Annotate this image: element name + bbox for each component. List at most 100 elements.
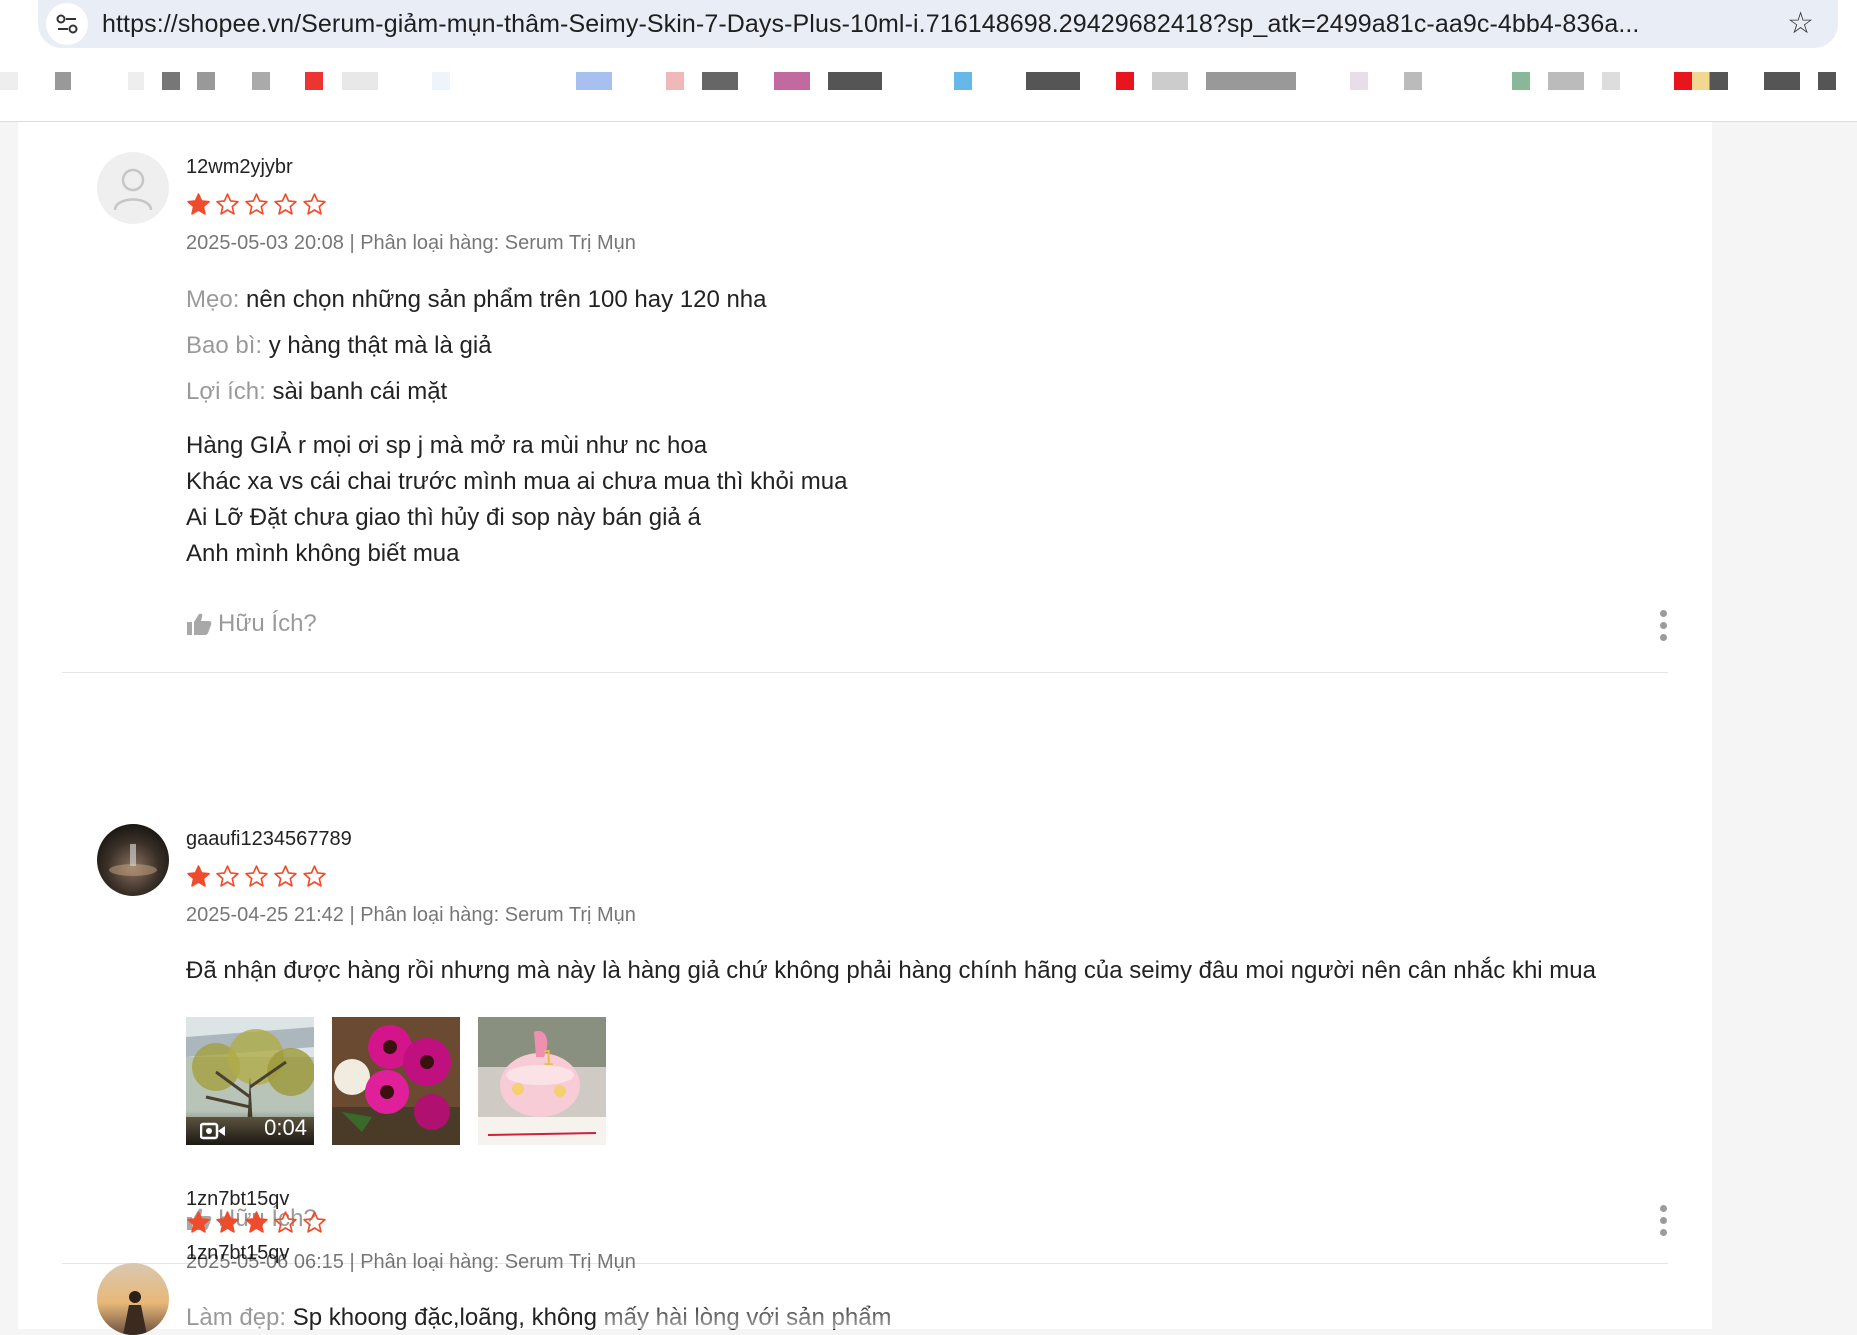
review-image-thumbnail[interactable]: 1 bbox=[478, 1017, 606, 1145]
attribute-value: y hàng thật mà là giả bbox=[268, 332, 492, 359]
review-meta: 2025-05-03 20:08 | Phân loại hàng: Serum… bbox=[186, 232, 636, 254]
bookmark-item[interactable] bbox=[252, 72, 270, 90]
helpful-button[interactable]: Hữu Ích? bbox=[186, 1205, 317, 1233]
bookmark-item[interactable] bbox=[1818, 72, 1836, 90]
helpful-label: Hữu Ích? bbox=[218, 1205, 317, 1232]
tune-icon bbox=[56, 14, 78, 34]
bookmark-item[interactable] bbox=[128, 72, 144, 90]
rating-stars bbox=[186, 192, 327, 217]
bookmark-item[interactable] bbox=[0, 72, 18, 90]
bookmark-item[interactable] bbox=[305, 72, 323, 90]
review-divider bbox=[62, 672, 1668, 673]
bookmark-item[interactable] bbox=[1512, 72, 1530, 90]
bookmark-item[interactable] bbox=[702, 72, 738, 90]
bookmark-item[interactable] bbox=[1116, 72, 1134, 90]
address-bar[interactable]: https://shopee.vn/Serum-giảm-mụn-thâm-Se… bbox=[38, 0, 1838, 48]
flowers-photo bbox=[332, 1017, 460, 1145]
star-outline-icon bbox=[274, 865, 297, 887]
thumbs-up-icon bbox=[187, 613, 212, 635]
helpful-label: Hữu Ích? bbox=[218, 610, 317, 637]
bookmark-item[interactable] bbox=[342, 72, 378, 90]
bookmark-item[interactable] bbox=[954, 72, 972, 90]
thumbs-up-icon bbox=[187, 1208, 212, 1230]
review-body-line: Ai Lỡ Đặt chưa giao thì hủy đi sop này b… bbox=[186, 504, 701, 531]
review-divider bbox=[62, 1263, 1668, 1264]
review-body-line: Đã nhận được hàng rồi nhưng mà này là hà… bbox=[186, 957, 1596, 984]
bookmark-item[interactable] bbox=[774, 72, 810, 90]
cake-topper: 1 bbox=[542, 1046, 555, 1070]
review-attribute: Mẹo: nên chọn những sản phẩm trên 100 ha… bbox=[186, 286, 767, 314]
star-filled-icon bbox=[187, 193, 210, 215]
bookmark-item[interactable] bbox=[432, 72, 450, 90]
bookmark-star-icon[interactable]: ☆ bbox=[1787, 6, 1814, 41]
review-username: 1zn7bt15qv bbox=[186, 1242, 290, 1264]
review-video-thumbnail[interactable]: 0:04 bbox=[186, 1017, 314, 1145]
user-photo-icon bbox=[97, 1263, 169, 1335]
more-dot bbox=[1660, 634, 1667, 641]
more-dot bbox=[1660, 1229, 1667, 1236]
review-image-thumbnail[interactable] bbox=[332, 1017, 460, 1145]
bookmark-item[interactable] bbox=[197, 72, 215, 90]
more-dot bbox=[1660, 622, 1667, 629]
star-outline-icon bbox=[303, 193, 326, 215]
user-photo-icon bbox=[97, 824, 169, 896]
review-attribute: Lợi ích: sài banh cái mặt bbox=[186, 378, 447, 406]
bottom-fade bbox=[600, 1300, 1700, 1329]
attribute-value: nên chọn những sản phẩm trên 100 hay 120… bbox=[246, 286, 767, 313]
default-user-icon bbox=[113, 168, 153, 211]
cake-photo: 1 bbox=[478, 1017, 606, 1145]
star-outline-icon bbox=[245, 193, 268, 215]
review-body-line: Anh mình không biết mua bbox=[186, 540, 460, 567]
bookmark-item[interactable] bbox=[1152, 72, 1188, 90]
video-camera-icon bbox=[200, 1122, 225, 1140]
bookmark-item[interactable] bbox=[162, 72, 180, 90]
more-options-button[interactable] bbox=[1660, 610, 1668, 641]
attribute-key: Bao bì: bbox=[186, 332, 263, 359]
attribute-value: sài banh cái mặt bbox=[272, 378, 448, 405]
star-outline-icon bbox=[303, 865, 326, 887]
rating-stars bbox=[186, 864, 327, 889]
bookmark-item[interactable] bbox=[1026, 72, 1080, 90]
avatar[interactable] bbox=[97, 824, 169, 896]
review-username: gaaufi1234567789 bbox=[186, 828, 352, 850]
review-media: 0:04 1 bbox=[186, 1017, 606, 1145]
star-outline-icon bbox=[274, 193, 297, 215]
bookmark-item[interactable] bbox=[55, 72, 71, 90]
review-username: 12wm2yjybr bbox=[186, 156, 293, 178]
url-text[interactable]: https://shopee.vn/Serum-giảm-mụn-thâm-Se… bbox=[102, 10, 1772, 39]
more-vertical-icon bbox=[1660, 1205, 1667, 1212]
review-meta: 2025-04-25 21:42 | Phân loại hàng: Serum… bbox=[186, 904, 636, 926]
bookmark-item[interactable] bbox=[828, 72, 882, 90]
avatar[interactable] bbox=[97, 1263, 169, 1335]
bookmark-item[interactable] bbox=[1764, 72, 1800, 90]
review-body: Hàng GIẢ r mọi ơi sp j mà mở ra mùi như … bbox=[186, 428, 847, 572]
avatar[interactable] bbox=[97, 152, 169, 224]
review-attribute: Bao bì: y hàng thật mà là giả bbox=[186, 332, 492, 360]
star-outline-icon bbox=[216, 865, 239, 887]
attribute-key: Lợi ích: bbox=[186, 378, 266, 405]
browser-chrome: https://shopee.vn/Serum-giảm-mụn-thâm-Se… bbox=[0, 0, 1857, 122]
bookmark-item[interactable] bbox=[1404, 72, 1422, 90]
review-body-line: Hàng GIẢ r mọi ơi sp j mà mở ra mùi như … bbox=[186, 432, 708, 459]
more-vertical-icon bbox=[1660, 610, 1667, 617]
attribute-key: Mẹo: bbox=[186, 286, 240, 313]
video-overlay: 0:04 bbox=[186, 1111, 314, 1145]
more-dot bbox=[1660, 1217, 1667, 1224]
video-duration: 0:04 bbox=[264, 1115, 307, 1140]
more-options-button[interactable] bbox=[1660, 1205, 1668, 1236]
reviews-panel: 12wm2yjybr 2025-05-03 20:08 | Phân loại … bbox=[18, 122, 1712, 1335]
bookmarks-bar bbox=[0, 70, 1857, 110]
star-outline-icon bbox=[216, 193, 239, 215]
bookmark-item[interactable] bbox=[576, 72, 612, 90]
review-body-line: Khác xa vs cái chai trước mình mua ai ch… bbox=[186, 468, 848, 495]
helpful-button[interactable]: Hữu Ích? bbox=[186, 610, 317, 638]
bookmark-item[interactable] bbox=[1602, 72, 1620, 90]
bookmark-item[interactable] bbox=[666, 72, 684, 90]
site-info-button[interactable] bbox=[46, 3, 88, 45]
bookmark-item[interactable] bbox=[1350, 72, 1368, 90]
star-filled-icon bbox=[187, 865, 210, 887]
review-body: Đã nhận được hàng rồi nhưng mà này là hà… bbox=[186, 953, 1596, 989]
bookmark-item[interactable] bbox=[1548, 72, 1584, 90]
bookmark-item[interactable] bbox=[1206, 72, 1296, 90]
bookmark-item[interactable] bbox=[1674, 72, 1728, 90]
